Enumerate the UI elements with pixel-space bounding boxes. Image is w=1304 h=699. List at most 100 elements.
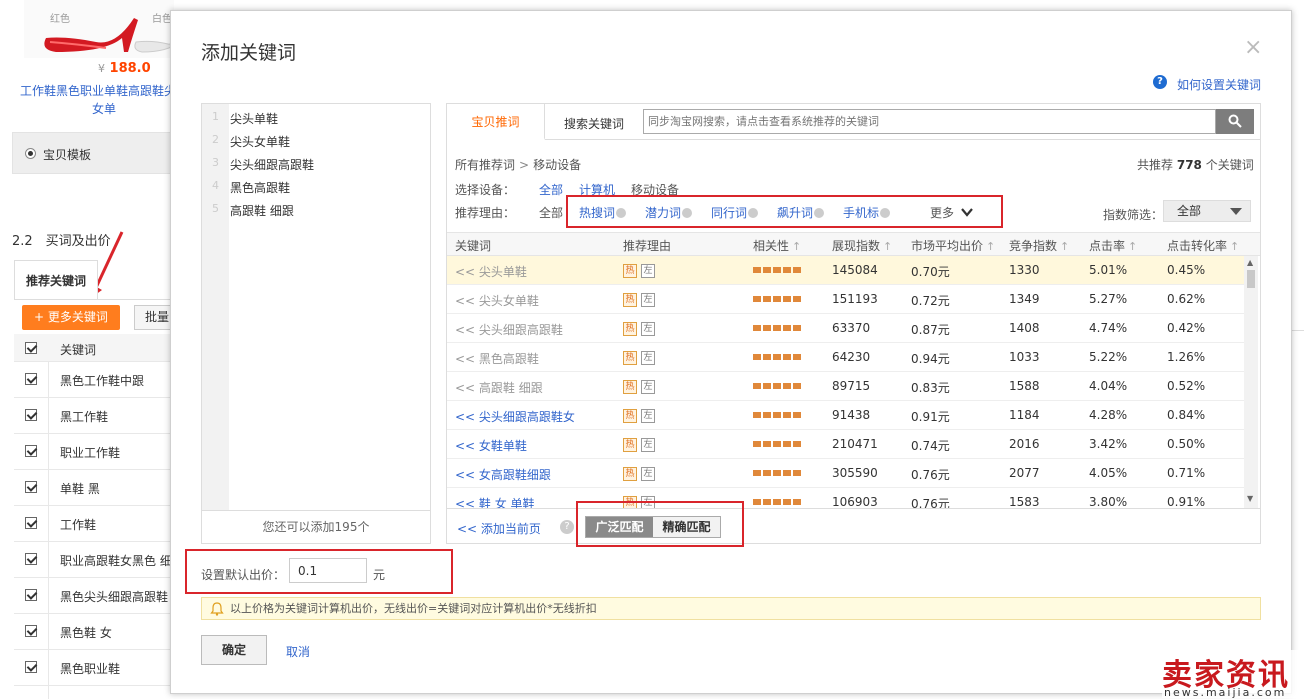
keyword-add-link[interactable]: << 女高跟鞋细跟 [455,466,551,483]
row-checkbox[interactable] [25,517,37,529]
table-row[interactable]: << 尖头细跟高跟鞋女 热左 91438 0.91元 1184 4.28% 0.84% [447,401,1244,430]
tab-item-recommend[interactable]: 宝贝推词 [447,104,545,140]
table-row: 职业高跟鞋女黑色 细 [14,542,174,578]
tab-recommend-keywords[interactable]: 推荐关键词 [14,260,98,300]
keyword-cell: 黑工作鞋 [60,410,109,424]
table-row[interactable]: << 尖头细跟高跟鞋 热左 63370 0.87元 1408 4.74% 0.42% [447,314,1244,343]
product-title[interactable]: 工作鞋黑色职业单鞋高跟鞋尖头女单 [20,82,188,118]
col-avg-bid[interactable]: 市场平均出价 ↑ [911,237,995,254]
confirm-button[interactable]: 确定 [201,635,267,665]
reason-option-all[interactable]: 全部 [539,204,563,221]
competition-cell: 1408 [1009,321,1040,335]
competition-cell: 1184 [1009,408,1040,422]
keyword-recommend-table: 关键词 推荐理由 相关性 ↑ 展现指数 ↑ 市场平均出价 ↑ 竞争指数 ↑ 点击率 ↑ 点… [447,232,1260,508]
col-cvr[interactable]: 点击转化率 ↑ [1167,237,1239,254]
search-input[interactable] [643,109,1216,134]
col-ctr[interactable]: 点击率 ↑ [1089,237,1137,254]
col-relevance[interactable]: 相关性 ↑ [753,237,801,254]
row-checkbox[interactable] [25,625,37,637]
keyword-cell: 职业高跟鞋女黑色 细 [60,554,172,568]
table-row[interactable]: << 女鞋单鞋 热左 210471 0.74元 2016 3.42% 0.50% [447,430,1244,459]
keyword-add-link[interactable]: << 尖头单鞋 [455,263,527,280]
table-row[interactable]: << 高跟鞋 细跟 热左 89715 0.83元 1588 4.04% 0.52% [447,372,1244,401]
table-row[interactable]: << 尖头女单鞋 热左 151193 0.72元 1349 5.27% 0.62% [447,285,1244,314]
keyword-table: 关键词 黑色工作鞋中跟 黑工作鞋 职业工作鞋 单鞋 黑 工作鞋 职业高跟鞋女黑色… [14,334,174,686]
col-competition[interactable]: 竞争指数 ↑ [1009,237,1069,254]
batch-button[interactable]: 批量 [134,305,174,330]
row-checkbox[interactable] [25,445,37,457]
table-row[interactable]: << 女高跟鞋细跟 热左 305590 0.76元 2077 4.05% 0.71% [447,459,1244,488]
col-keyword: 关键词 [455,239,492,253]
highlight-box-match [576,501,744,547]
line-number: 5 [212,202,219,215]
close-icon[interactable]: × [1244,35,1262,60]
ctr-cell: 5.01% [1089,263,1128,277]
selected-keyword-item[interactable]: 4 黑色高跟鞋 [202,175,430,198]
product-image[interactable]: 红色 白色 [24,0,191,58]
selected-keyword-item[interactable]: 1 尖头单鞋 [202,106,430,129]
scroll-thumb[interactable] [1247,270,1255,288]
reason-tags: 热左 [623,466,659,481]
help-link[interactable]: 如何设置关键词 [1177,76,1261,93]
left-tag-icon: 左 [641,351,655,365]
left-tag-icon: 左 [641,380,655,394]
table-row[interactable]: << 鞋 女 单鞋热左 106903 0.76元 1583 3.80% 0.91% [447,488,1244,508]
ctr-cell: 4.05% [1089,466,1128,480]
keyword-add-link[interactable]: << 尖头细跟高跟鞋 [455,321,563,338]
default-bid-input[interactable] [289,558,367,583]
col-impressions[interactable]: 展现指数 ↑ [832,237,892,254]
table-row[interactable]: << 黑色高跟鞋 热左 64230 0.94元 1033 5.22% 1.26% [447,343,1244,372]
row-checkbox[interactable] [25,409,37,421]
recommendation-panel: 宝贝推词 搜索关键词 所有推荐词 >移动设备 共推荐 778 个关键词 选择设备：… [446,103,1261,544]
question-icon[interactable]: ? [560,520,574,534]
select-all-checkbox[interactable] [25,342,37,354]
impressions-cell: 210471 [832,437,878,451]
selected-keyword-item[interactable]: 5 高跟鞋 细跟 [202,198,430,221]
breadcrumb-root[interactable]: 所有推荐词 [455,158,515,172]
table-row[interactable]: << 尖头单鞋 热左 145084 0.70元 1330 5.01% 0.45% [447,256,1244,285]
competition-cell: 1583 [1009,495,1040,508]
add-current-page-link[interactable]: << 添加当前页 [457,520,541,537]
search-icon [1228,114,1242,128]
table-row: 黑色职业鞋 [14,650,174,686]
keyword-add-link[interactable]: << 女鞋单鞋 [455,437,527,454]
sort-arrow-icon: ↑ [986,240,996,253]
scroll-down-icon[interactable]: ▼ [1247,494,1253,503]
selected-keyword-item[interactable]: 2 尖头女单鞋 [202,129,430,152]
help-icon[interactable]: ? [1153,75,1167,89]
table-row: 黑工作鞋 [14,398,174,434]
selected-keyword-text: 尖头细跟高跟鞋 [230,158,315,172]
keyword-add-link[interactable]: << 高跟鞋 细跟 [455,379,543,396]
tab-search-keywords[interactable]: 搜索关键词 [564,115,624,132]
cvr-cell: 0.52% [1167,379,1206,393]
template-option[interactable]: 宝贝模板 [12,132,172,174]
keyword-add-link[interactable]: << 尖头女单鞋 [455,292,539,309]
keyword-cell: 职业工作鞋 [60,446,121,460]
row-checkbox[interactable] [25,553,37,565]
row-checkbox[interactable] [25,661,37,673]
reason-tags: 热左 [623,408,659,423]
breadcrumb: 所有推荐词 > 移动设备 [455,156,581,173]
index-filter-select[interactable]: 全部 [1163,200,1251,222]
device-option-all[interactable]: 全部 [539,181,563,198]
selected-keywords-panel[interactable]: 1 尖头单鞋 2 尖头女单鞋 3 尖头细跟高跟鞋 4 黑色高跟鞋 5 高跟鞋 细跟 您还可… [201,103,431,544]
avg-bid-cell: 0.76元 [911,497,950,508]
row-checkbox[interactable] [25,589,37,601]
breadcrumb-separator: > [519,158,530,172]
row-checkbox[interactable] [25,481,37,493]
left-tag-icon: 左 [641,264,655,278]
cancel-link[interactable]: 取消 [286,643,310,660]
selected-keyword-item[interactable]: 3 尖头细跟高跟鞋 [202,152,430,175]
template-radio[interactable] [25,148,36,159]
left-tag-icon: 左 [641,293,655,307]
reason-filter-label: 推荐理由： [455,206,516,220]
left-tag-icon: 左 [641,322,655,336]
search-button[interactable] [1216,109,1254,134]
keyword-add-link[interactable]: << 尖头细跟高跟鞋女 [455,408,575,425]
keyword-add-link[interactable]: << 黑色高跟鞋 [455,350,539,367]
scroll-up-icon[interactable]: ▲ [1247,258,1253,267]
keyword-add-link[interactable]: << 鞋 女 单鞋 [455,495,535,508]
row-checkbox[interactable] [25,373,37,385]
more-keywords-button[interactable]: + 更多关键词 [22,305,120,330]
table-scrollbar[interactable]: ▲ ▼ [1244,256,1258,508]
